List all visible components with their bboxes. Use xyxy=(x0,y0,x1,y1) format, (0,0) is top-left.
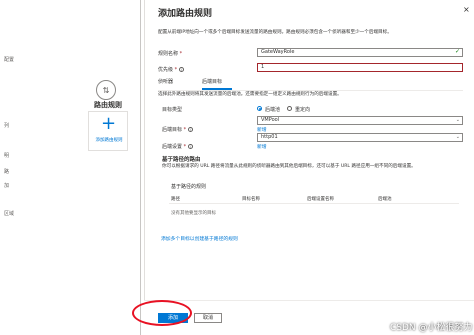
path-routing-title: 基于路径的路由 xyxy=(162,157,201,163)
bg-line: 路 xyxy=(4,169,10,175)
add-route-rule-tile[interactable]: + 添加路由规则 xyxy=(88,111,128,151)
info-icon: i xyxy=(188,127,194,132)
new-backend-settings-link[interactable]: 新增 xyxy=(257,143,267,150)
route-card-title: 路由规则 xyxy=(94,101,122,109)
highlight-circle xyxy=(132,300,192,326)
route-rule-icon: ⇅ xyxy=(96,80,116,100)
radio-backend-pool-label: 后端池 xyxy=(265,107,281,113)
add-path-rule-link[interactable]: 添加多个目标以创建基于路径的规则 xyxy=(161,235,238,242)
path-routing-description: 你可以根据请求的 URL 路径将流量从此规则的侦听器路由到其他后端目标，还可以基… xyxy=(162,164,416,169)
backend-target-label: 后端目标 * i xyxy=(162,126,194,133)
priority-input[interactable]: 1 xyxy=(257,63,463,72)
background-page: 配置 列 明 路 加 区域 xyxy=(0,0,144,335)
chevron-down-icon: ⌄ xyxy=(455,117,460,123)
watermark: CSDN @小松很努力 xyxy=(390,323,473,333)
bg-line: 列 xyxy=(4,123,10,129)
plus-icon: + xyxy=(101,113,117,134)
target-type-label: 目标类型 xyxy=(162,107,183,113)
backend-settings-label: 后端设置 * i xyxy=(162,143,194,150)
table-header-divider xyxy=(169,203,459,204)
close-icon[interactable]: × xyxy=(463,5,470,14)
bg-line: 明 xyxy=(4,153,10,159)
add-route-rule-label: 添加路由规则 xyxy=(95,138,123,143)
valid-check-icon: ✓ xyxy=(455,48,461,55)
panel-title: 添加路由规则 xyxy=(158,9,213,19)
table-header: 后端池 xyxy=(378,197,392,202)
new-backend-target-link[interactable]: 新增 xyxy=(257,126,267,133)
bg-line: 配置 xyxy=(4,57,15,63)
panel-description: 配置从前端IP地址向一个或多个后端目标发送流量的路由规则。路由规则必须包含一个侦… xyxy=(158,30,392,35)
radio-backend-pool[interactable] xyxy=(257,106,262,111)
bg-line: 加 xyxy=(4,183,10,189)
rule-name-input[interactable]: GateWayRole xyxy=(257,48,463,57)
tab-backend-targets[interactable]: 后端目标 xyxy=(202,78,222,85)
path-rules-table-title: 基于路径的规则 xyxy=(171,184,207,190)
tab-divider xyxy=(158,90,463,91)
divider xyxy=(140,0,141,335)
table-empty-message: 没有其他要显示的目标 xyxy=(171,211,216,216)
tab-listener[interactable]: 侦听器 xyxy=(158,78,173,85)
info-icon: i xyxy=(188,144,194,149)
chevron-down-icon: ⌄ xyxy=(455,134,460,140)
priority-label: 优先级 * i xyxy=(158,66,185,73)
rule-name-label: 规则名称 * xyxy=(158,51,183,57)
info-icon: i xyxy=(179,67,185,72)
tab-description: 选择此外路由规则将其发送流量的后端池。还需要指定一组定义路由规则行为的后端设置。 xyxy=(158,92,342,97)
backend-target-select[interactable]: VMPool ⌄ xyxy=(257,116,463,125)
bg-line: 区域 xyxy=(4,211,15,217)
table-header: 后端设置名称 xyxy=(307,197,334,202)
radio-redirect-label: 重定向 xyxy=(295,107,311,113)
radio-redirect[interactable] xyxy=(287,106,292,111)
cancel-button[interactable]: 取消 xyxy=(194,313,222,323)
table-header: 目标名称 xyxy=(242,197,260,202)
backend-settings-select[interactable]: http01 ⌄ xyxy=(257,133,463,142)
add-route-rule-panel: 添加路由规则 × 配置从前端IP地址向一个或多个后端目标发送流量的路由规则。路由… xyxy=(144,0,474,335)
table-header: 路径 xyxy=(171,197,180,202)
